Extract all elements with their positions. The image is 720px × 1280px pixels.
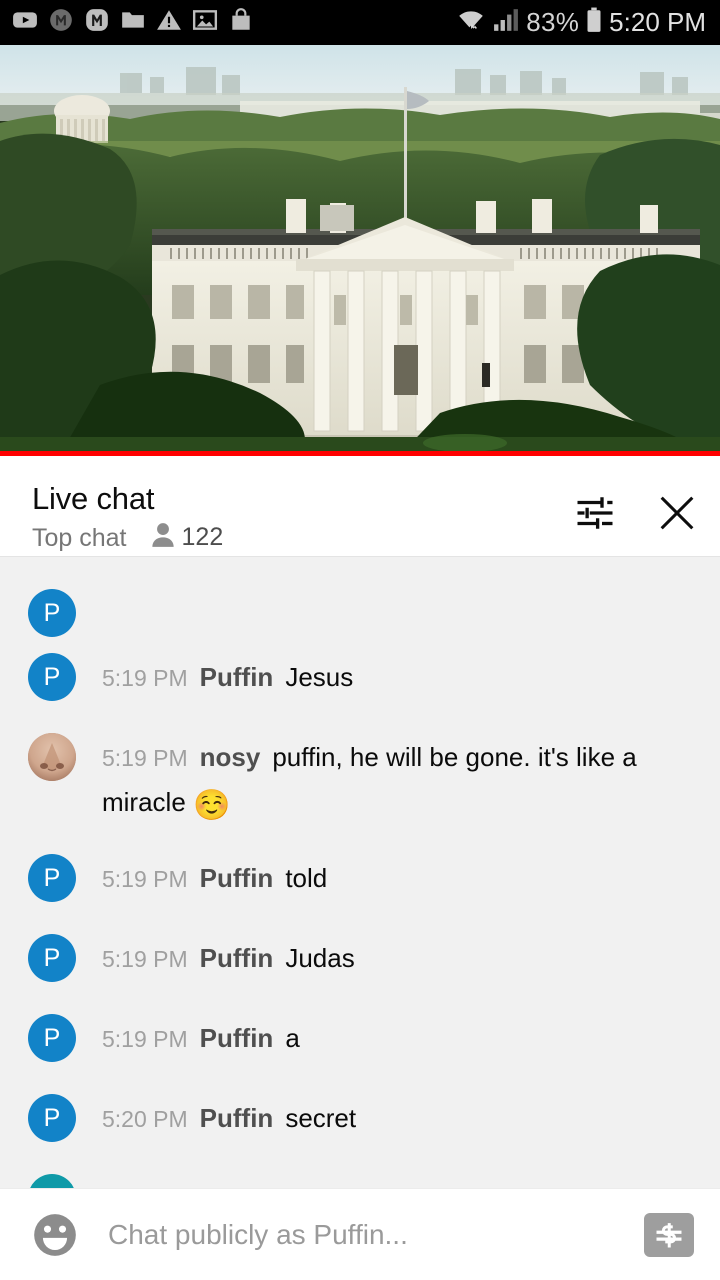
viewer-count: 122	[181, 523, 224, 551]
message-text: Judas	[285, 943, 355, 973]
message-author[interactable]: Puffin	[200, 943, 274, 973]
chat-message[interactable]: P 5:19 PM Puffin Jesus	[0, 637, 720, 717]
chat-input-bar	[0, 1188, 720, 1280]
chat-message-body: 5:19 PM Puffin a	[102, 998, 300, 1071]
avatar[interactable]: P	[28, 854, 76, 902]
avatar: P	[28, 589, 76, 637]
avatar[interactable]: P	[28, 653, 76, 701]
message-text: Jesus	[285, 662, 354, 692]
battery-icon	[586, 7, 602, 38]
status-bar-notification-icons	[12, 7, 254, 38]
battery-percent-label: 83%	[526, 7, 580, 37]
tune-sliders-icon[interactable]	[574, 492, 616, 534]
message-timestamp: 5:19 PM	[102, 745, 188, 771]
message-timestamp: 5:19 PM	[102, 866, 188, 892]
chat-message-body: 5:20 PM Puffin secret	[102, 1078, 356, 1151]
message-author[interactable]: nosy	[200, 742, 261, 772]
warning-triangle-icon	[156, 7, 182, 38]
chat-input[interactable]	[108, 1218, 644, 1251]
chat-header-titles: Live chat Top chat 122	[32, 480, 223, 553]
status-bar-clock: 5:20 PM	[609, 7, 706, 37]
live-chat-header: Live chat Top chat 122	[0, 456, 720, 557]
message-timestamp: 5:20 PM	[102, 1106, 188, 1132]
emoji-smiley-icon[interactable]	[30, 1210, 80, 1260]
chat-message[interactable]: P 5:19 PM Puffin Judas	[0, 918, 720, 998]
chat-message-clipped: P	[0, 557, 720, 637]
person-icon	[151, 522, 175, 553]
chat-message-body: 5:20 PMBigfootbigfoot demands the vote	[102, 1158, 595, 1188]
nose-photo-avatar	[28, 733, 76, 781]
message-text: secret	[285, 1103, 357, 1133]
message-author[interactable]: Puffin	[200, 662, 274, 692]
avatar[interactable]: P	[28, 1094, 76, 1142]
avatar[interactable]: B	[28, 1174, 76, 1188]
chat-message-body: 5:19 PM Puffin Jesus	[102, 637, 353, 710]
m-filled-icon	[48, 7, 74, 38]
image-icon	[192, 7, 218, 38]
shopping-bag-icon	[228, 7, 254, 38]
message-author[interactable]: Puffin	[200, 1103, 274, 1133]
chat-message[interactable]: P 5:19 PM Puffin a	[0, 998, 720, 1078]
youtube-icon	[12, 7, 38, 38]
message-author[interactable]: Puffin	[200, 1023, 274, 1053]
message-timestamp: 5:19 PM	[102, 665, 188, 691]
superchat-dollar-button[interactable]	[644, 1212, 694, 1257]
chat-message-body: 5:19 PM Puffin told	[102, 838, 327, 911]
message-timestamp: 5:19 PM	[102, 1026, 188, 1052]
chat-message[interactable]: P 5:19 PM Puffin told	[0, 838, 720, 918]
chat-mode-label[interactable]: Top chat	[32, 523, 127, 553]
message-text: a	[285, 1023, 300, 1053]
avatar[interactable]	[28, 733, 76, 781]
message-author[interactable]: Puffin	[200, 863, 274, 893]
avatar[interactable]: P	[28, 934, 76, 982]
message-timestamp: 5:19 PM	[102, 946, 188, 972]
cell-signal-icon	[493, 8, 519, 37]
viewer-count-group: 122	[151, 522, 224, 553]
wifi-icon	[456, 7, 486, 38]
chat-message-body: 5:19 PM nosy puffin, he will be gone. it's…	[102, 717, 702, 838]
close-x-icon[interactable]	[654, 490, 700, 536]
chat-header-actions	[574, 480, 700, 536]
m-outline-icon	[84, 7, 110, 38]
avatar[interactable]: P	[28, 1014, 76, 1062]
chat-message[interactable]: 5:19 PM nosy puffin, he will be gone. it's…	[0, 717, 720, 838]
status-bar-system-icons: 83% 5:20 PM	[456, 7, 706, 38]
chat-message-list[interactable]: P P 5:19 PM Puffin Jesus 5:19 PM nosy pu…	[0, 557, 720, 1188]
white-house-scene	[0, 45, 720, 455]
chat-message-body: 5:19 PM Puffin Judas	[102, 918, 355, 991]
status-bar: 83% 5:20 PM	[0, 0, 720, 45]
message-text: told	[285, 863, 328, 893]
folder-icon	[120, 7, 146, 38]
chat-message[interactable]: B 5:20 PMBigfootbigfoot demands the vote	[0, 1158, 720, 1188]
chat-header-subline: Top chat 122	[32, 522, 223, 553]
page-title: Live chat	[32, 481, 155, 516]
video-player[interactable]	[0, 45, 720, 455]
chat-message[interactable]: P 5:20 PM Puffin secret	[0, 1078, 720, 1158]
message-emoji: ☺️	[193, 789, 231, 822]
